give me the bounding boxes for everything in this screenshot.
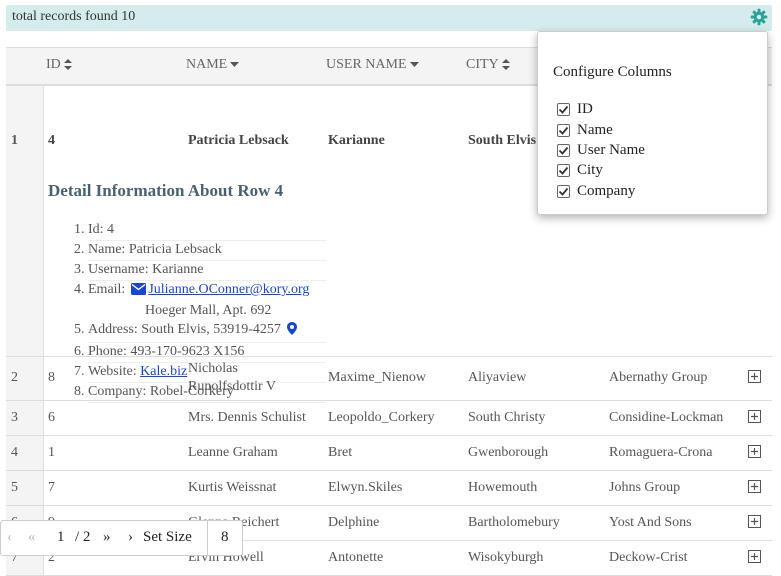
cell-city: South Elvis [468, 133, 537, 148]
expand-plus-icon[interactable] [748, 550, 761, 563]
row-index-cell: 2 [6, 357, 44, 400]
cell-id: 6 [48, 410, 55, 425]
cell-city: Howemouth [468, 480, 538, 495]
sort-both-icon [63, 59, 72, 71]
detail-heading: Detail Information About Row 4 [48, 181, 284, 200]
cell-id: 4 [48, 133, 55, 148]
pagination-bar: ‹ « 1 / 2 » › Set Size 8 [0, 520, 243, 556]
checkbox-checked-icon[interactable] [557, 144, 570, 157]
table-row[interactable]: 5 7 Kurtis Weissnat Elwyn.Skiles Howemou… [6, 471, 772, 506]
records-bar: total records found 10 [6, 5, 772, 31]
cell-name: Leanne Graham [188, 445, 278, 460]
cell-company: Johns Group [609, 480, 681, 495]
row-index-cell: 5 [6, 471, 44, 505]
set-size-button[interactable]: Set Size [143, 529, 192, 546]
checkbox-checked-icon[interactable] [557, 185, 570, 198]
cell-company: Deckow-Crist [609, 550, 688, 565]
records-count: total records found 10 [12, 9, 136, 24]
column-header-city[interactable]: CITY [466, 57, 510, 73]
row-index: 5 [11, 480, 18, 495]
gear-icon[interactable] [750, 8, 768, 26]
row-index-cell: 1 [6, 86, 44, 356]
cell-company: Romaguera-Crona [609, 445, 713, 460]
detail-name: Name: Patricia Lebsack [88, 241, 326, 261]
detail-email: Email:Julianne.OConner@kory.org Hoeger M… [88, 281, 326, 321]
detail-id: Id: 4 [88, 221, 326, 241]
map-marker-icon [286, 322, 297, 340]
configure-columns-title: Configure Columns [553, 64, 672, 80]
next-page-button[interactable]: › [128, 529, 133, 546]
cell-username: Delphine [328, 515, 380, 530]
cell-name: Mrs. Dennis Schulist [188, 410, 306, 425]
detail-username: Username: Karianne [88, 261, 326, 281]
cell-city: South Christy [468, 410, 546, 425]
cell-company: Yost And Sons [609, 515, 692, 530]
table-row[interactable]: 4 1 Leanne Graham Bret Gwenborough Romag… [6, 436, 772, 471]
row-index: 3 [11, 410, 18, 425]
prev-page-button[interactable]: ‹ [7, 529, 12, 546]
pager-divider [207, 521, 208, 555]
detail-email-extra: Hoeger Mall, Apt. 692 [145, 303, 272, 318]
cell-name: Kurtis Weissnat [188, 480, 277, 495]
last-page-button[interactable]: » [103, 529, 111, 546]
row-index: 2 [11, 370, 18, 385]
page-size-input[interactable]: 8 [221, 529, 229, 546]
cell-city: Wisokyburgh [468, 550, 544, 565]
cell-name: Patricia Lebsack [188, 133, 289, 148]
table-row[interactable]: 2 8 Nicholas Runolfsdottir V Maxime_Nien… [6, 357, 772, 401]
cell-username: Maxime_Nienow [328, 370, 426, 385]
checkbox-checked-icon[interactable] [557, 103, 570, 116]
expand-plus-icon[interactable] [748, 370, 761, 383]
sort-down-icon [409, 61, 419, 68]
row-index: 1 [11, 133, 18, 148]
checkbox-checked-icon[interactable] [557, 164, 570, 177]
sort-both-icon [501, 59, 510, 71]
cell-company: Considine-Lockman [609, 410, 724, 425]
cell-username: Leopoldo_Corkery [328, 410, 435, 425]
table-row[interactable]: 3 6 Mrs. Dennis Schulist Leopoldo_Corker… [6, 401, 772, 436]
row-index-cell: 3 [6, 401, 44, 435]
cell-city: Aliyaview [468, 370, 527, 385]
cell-username: Bret [328, 445, 353, 460]
expand-plus-icon[interactable] [748, 515, 761, 528]
cell-id: 8 [48, 370, 55, 385]
cell-name-line2: Runolfsdottir V [188, 379, 277, 394]
email-link[interactable]: Julianne.OConner@kory.org [148, 282, 309, 297]
expand-plus-icon[interactable] [748, 480, 761, 493]
column-header-id[interactable]: ID [46, 57, 72, 73]
current-page-input[interactable]: 1 [57, 529, 65, 546]
expand-plus-icon[interactable] [748, 445, 761, 458]
cell-name-line1: Nicholas [188, 361, 238, 376]
cell-company: Abernathy Group [609, 370, 708, 385]
cell-username: Elwyn.Skiles [328, 480, 403, 495]
column-header-username[interactable]: USER NAME [326, 57, 419, 73]
cell-username: Karianne [328, 133, 385, 148]
cell-id: 1 [48, 445, 55, 460]
cell-city: Bartholomebury [468, 515, 560, 530]
configure-columns-popover: Configure Columns ID Name User Name City… [537, 31, 768, 215]
row-index: 4 [11, 445, 18, 460]
column-header-name[interactable]: NAME [186, 57, 240, 73]
expand-plus-icon[interactable] [748, 410, 761, 423]
total-pages: / 2 [75, 529, 91, 545]
checkbox-checked-icon[interactable] [557, 124, 570, 137]
envelope-icon [131, 283, 147, 300]
cell-username: Antonette [328, 550, 384, 565]
first-page-button[interactable]: « [28, 529, 36, 546]
cell-id: 7 [48, 480, 55, 495]
row-index-cell: 4 [6, 436, 44, 470]
sort-down-icon [230, 61, 240, 68]
detail-address: Address: South Elvis, 53919-4257 [88, 321, 326, 343]
cell-city: Gwenborough [468, 445, 549, 460]
